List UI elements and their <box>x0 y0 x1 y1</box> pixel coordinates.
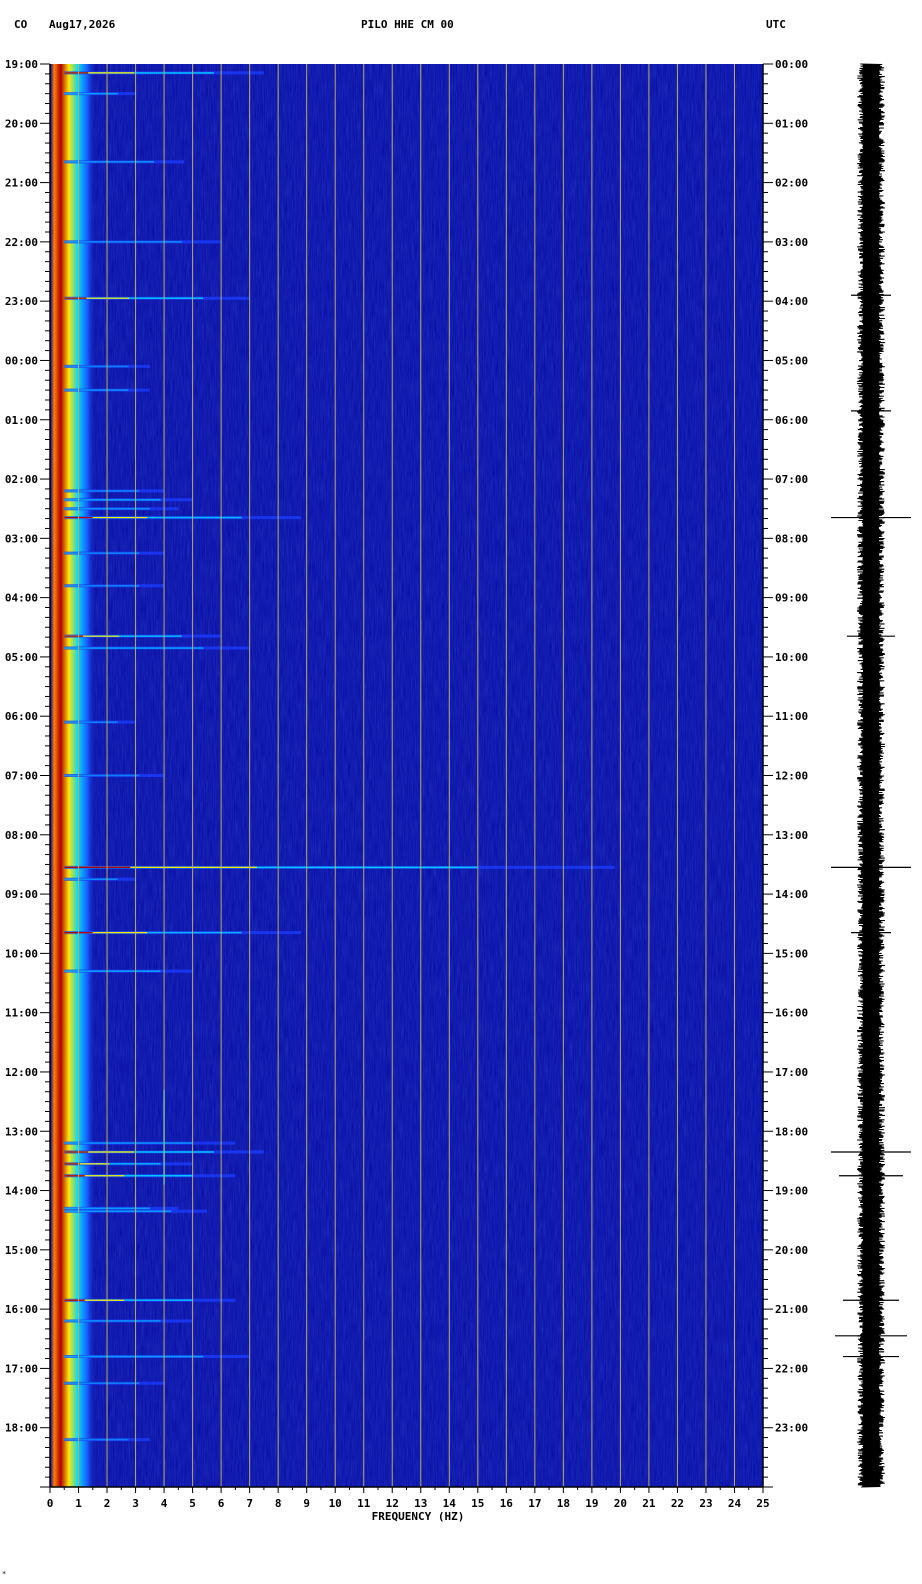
spectrogram-chart: 19:00 20:00 21:00 22:00 23:00 00:00 01:00 02:00… <box>5 58 911 1523</box>
seismogram-trace <box>831 63 911 1488</box>
right-time-label: 06:00 <box>775 414 808 427</box>
right-time-label: 11:00 <box>775 710 808 723</box>
x-tick-label: 18 <box>557 1497 570 1510</box>
right-time-label: 21:00 <box>775 1303 808 1316</box>
x-tick-label: 3 <box>132 1497 139 1510</box>
x-tick-label: 1 <box>75 1497 82 1510</box>
left-time-label: 04:00 <box>5 592 38 605</box>
x-tick-label: 17 <box>528 1497 541 1510</box>
left-time-label: 02:00 <box>5 473 38 486</box>
x-tick-label: 8 <box>275 1497 282 1510</box>
x-tick-label: 11 <box>357 1497 371 1510</box>
left-time-label: 06:00 <box>5 710 38 723</box>
footer-mark: * <box>2 1570 7 1578</box>
x-tick-label: 4 <box>161 1497 168 1510</box>
right-time-label: 19:00 <box>775 1185 808 1198</box>
left-time-label: 12:00 <box>5 1066 38 1079</box>
left-time-label: 01:00 <box>5 414 38 427</box>
x-tick-label: 20 <box>614 1497 627 1510</box>
left-time-label: 07:00 <box>5 770 38 783</box>
left-time-label: 08:00 <box>5 829 38 842</box>
right-time-label: 02:00 <box>775 177 808 190</box>
right-time-label: 18:00 <box>775 1125 808 1138</box>
right-time-label: 22:00 <box>775 1362 808 1375</box>
x-tick-label: 12 <box>386 1497 399 1510</box>
right-time-label: 03:00 <box>775 236 808 249</box>
right-time-label: 05:00 <box>775 354 808 367</box>
right-time-label: 20:00 <box>775 1244 808 1257</box>
left-time-label: 23:00 <box>5 295 38 308</box>
left-time-label: 18:00 <box>5 1422 38 1435</box>
x-tick-label: 23 <box>699 1497 712 1510</box>
left-time-label: 16:00 <box>5 1303 38 1316</box>
right-time-label: 13:00 <box>775 829 808 842</box>
right-time-label: 00:00 <box>775 58 808 71</box>
x-tick-label: 22 <box>671 1497 684 1510</box>
left-time-label: 22:00 <box>5 236 38 249</box>
spectrogram-plot <box>50 64 763 1487</box>
x-tick-label: 0 <box>47 1497 54 1510</box>
right-time-label: 15:00 <box>775 947 808 960</box>
left-time-label: 11:00 <box>5 1007 38 1020</box>
right-time-label: 17:00 <box>775 1066 808 1079</box>
left-time-label: 14:00 <box>5 1185 38 1198</box>
right-time-label: 07:00 <box>775 473 808 486</box>
left-time-label: 10:00 <box>5 947 38 960</box>
left-time-label: 21:00 <box>5 177 38 190</box>
x-tick-label: 2 <box>104 1497 111 1510</box>
x-tick-label: 15 <box>471 1497 484 1510</box>
x-tick-label: 24 <box>728 1497 742 1510</box>
x-tick-label: 19 <box>585 1497 598 1510</box>
x-axis-label: FREQUENCY (HZ) <box>372 1510 465 1523</box>
left-time-label: 09:00 <box>5 888 38 901</box>
left-time-label: 20:00 <box>5 117 38 130</box>
x-tick-label: 7 <box>246 1497 253 1510</box>
left-time-label: 00:00 <box>5 354 38 367</box>
left-time-label: 15:00 <box>5 1244 38 1257</box>
right-time-label: 16:00 <box>775 1007 808 1020</box>
right-time-label: 10:00 <box>775 651 808 664</box>
left-time-label: 19:00 <box>5 58 38 71</box>
right-time-label: 23:00 <box>775 1422 808 1435</box>
x-tick-label: 13 <box>414 1497 427 1510</box>
x-tick-label: 16 <box>500 1497 514 1510</box>
right-time-label: 14:00 <box>775 888 808 901</box>
left-time-label: 13:00 <box>5 1125 38 1138</box>
left-time-label: 03:00 <box>5 532 38 545</box>
left-time-label: 05:00 <box>5 651 38 664</box>
right-time-label: 12:00 <box>775 770 808 783</box>
right-time-label: 09:00 <box>775 592 808 605</box>
left-time-label: 17:00 <box>5 1362 38 1375</box>
x-tick-label: 10 <box>329 1497 342 1510</box>
x-tick-label: 9 <box>303 1497 310 1510</box>
x-tick-label: 25 <box>756 1497 769 1510</box>
right-time-label: 04:00 <box>775 295 808 308</box>
right-time-label: 01:00 <box>775 117 808 130</box>
x-tick-label: 14 <box>443 1497 457 1510</box>
x-tick-label: 5 <box>189 1497 196 1510</box>
x-tick-label: 21 <box>642 1497 656 1510</box>
right-time-label: 08:00 <box>775 532 808 545</box>
x-tick-label: 6 <box>218 1497 225 1510</box>
waveform-core <box>863 64 879 1487</box>
